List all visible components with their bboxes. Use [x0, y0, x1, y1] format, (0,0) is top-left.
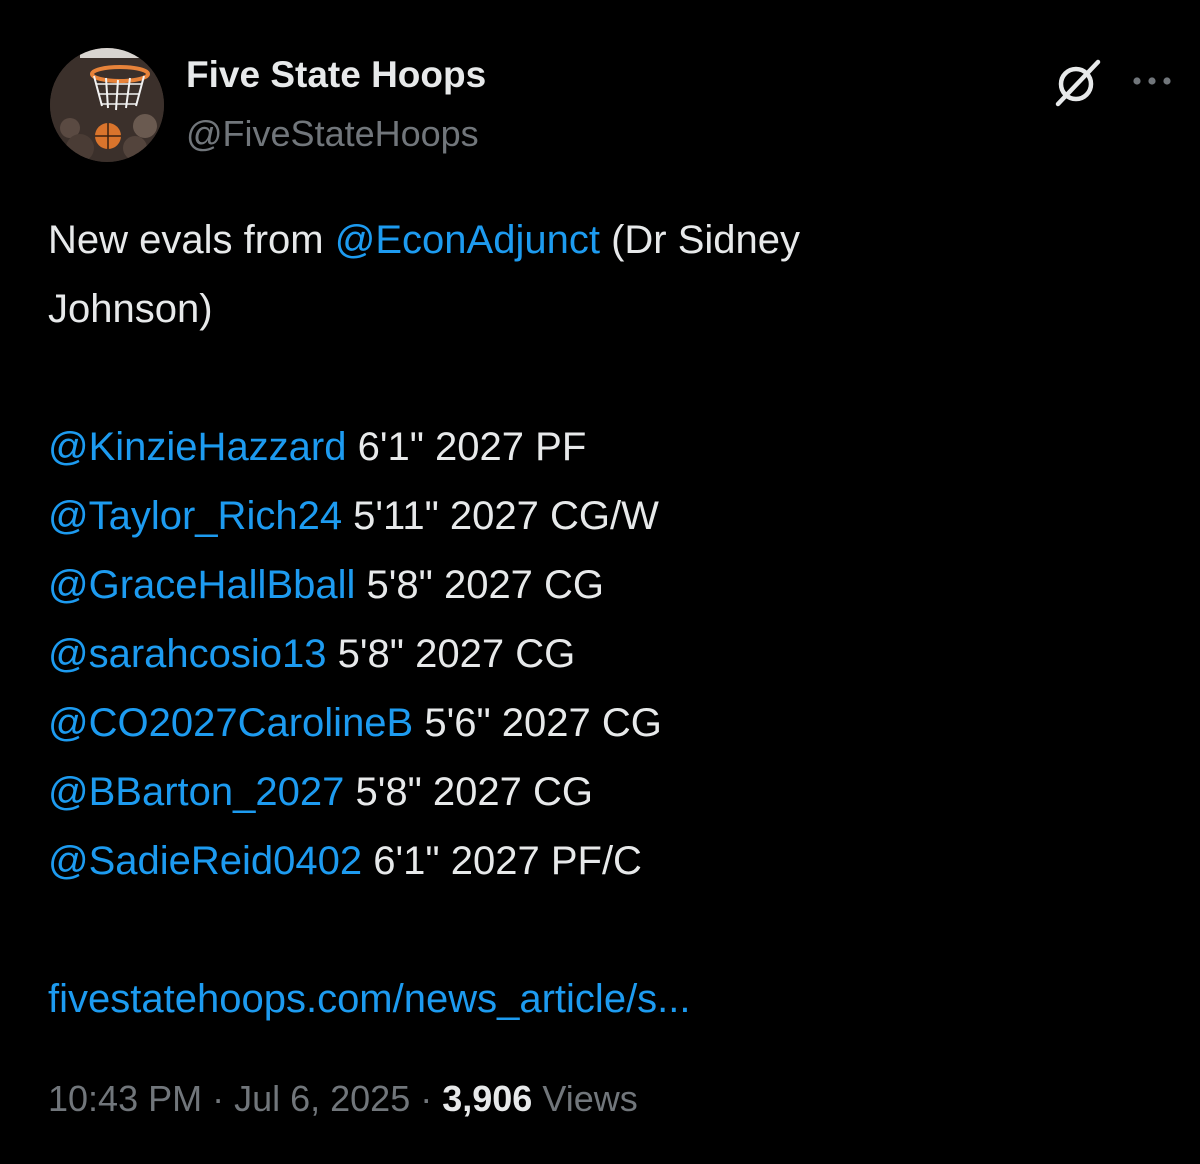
player-mention-link[interactable]: @SadieReid0402 [48, 839, 362, 883]
meta-separator: · [410, 1078, 443, 1119]
tweet-date[interactable]: Jul 6, 2025 [234, 1078, 410, 1119]
player-mention-link[interactable]: @sarahcosio13 [48, 632, 327, 676]
player-details: 5'6" 2027 CG [413, 701, 662, 745]
avatar[interactable] [50, 48, 164, 162]
article-link[interactable]: fivestatehoops.com/news_article/s... [48, 977, 691, 1021]
meta-separator: · [202, 1078, 235, 1119]
intro-line-2: Johnson) [48, 287, 213, 331]
player-details: 6'1" 2027 PF/C [362, 839, 642, 883]
player-line: @GraceHallBball 5'8" 2027 CG [48, 551, 1158, 620]
player-details: 6'1" 2027 PF [346, 425, 587, 469]
player-line: @Taylor_Rich24 5'11" 2027 CG/W [48, 482, 1158, 551]
more-options-icon[interactable] [1130, 66, 1174, 96]
player-mention-link[interactable]: @Taylor_Rich24 [48, 494, 342, 538]
player-mention-link[interactable]: @BBarton_2027 [48, 770, 344, 814]
intro-line-1: New evals from @EconAdjunct (Dr Sidney [48, 206, 1158, 275]
player-line: @sarahcosio13 5'8" 2027 CG [48, 620, 1158, 689]
tweet-text: New evals from @EconAdjunct (Dr Sidney J… [48, 206, 1158, 1034]
player-line: @CO2027CarolineB 5'6" 2027 CG [48, 689, 1158, 758]
basketball-hoop-avatar-icon [50, 48, 164, 162]
grok-icon[interactable] [1052, 56, 1104, 108]
player-details: 5'8" 2027 CG [344, 770, 594, 814]
intro-suffix: (Dr Sidney [599, 218, 801, 262]
player-details: 5'8" 2027 CG [355, 563, 605, 607]
player-line: @KinzieHazzard 6'1" 2027 PF [48, 413, 1158, 482]
author-display-name[interactable]: Five State Hoops [186, 54, 486, 96]
article-line: fivestatehoops.com/news_article/s... [48, 965, 1158, 1034]
player-line: @SadieReid0402 6'1" 2027 PF/C [48, 827, 1158, 896]
tweet-meta: 10:43 PM · Jul 6, 2025 · 3,906 Views [48, 1078, 638, 1120]
player-details: 5'8" 2027 CG [326, 632, 576, 676]
mention-link[interactable]: @EconAdjunct [335, 218, 600, 262]
views-label: Views [532, 1078, 638, 1119]
player-mention-link[interactable]: @KinzieHazzard [48, 425, 347, 469]
author-handle[interactable]: @FiveStateHoops [186, 113, 479, 155]
tweet-time[interactable]: 10:43 PM [48, 1078, 202, 1119]
player-mention-link[interactable]: @CO2027CarolineB [48, 701, 413, 745]
tweet: Five State Hoops @FiveStateHoops New eva… [0, 0, 1200, 1164]
player-details: 5'11" 2027 CG/W [342, 494, 659, 538]
player-line: @BBarton_2027 5'8" 2027 CG [48, 758, 1158, 827]
player-mention-link[interactable]: @GraceHallBball [48, 563, 355, 607]
views-count: 3,906 [442, 1078, 533, 1119]
intro-prefix: New evals from [48, 218, 335, 262]
